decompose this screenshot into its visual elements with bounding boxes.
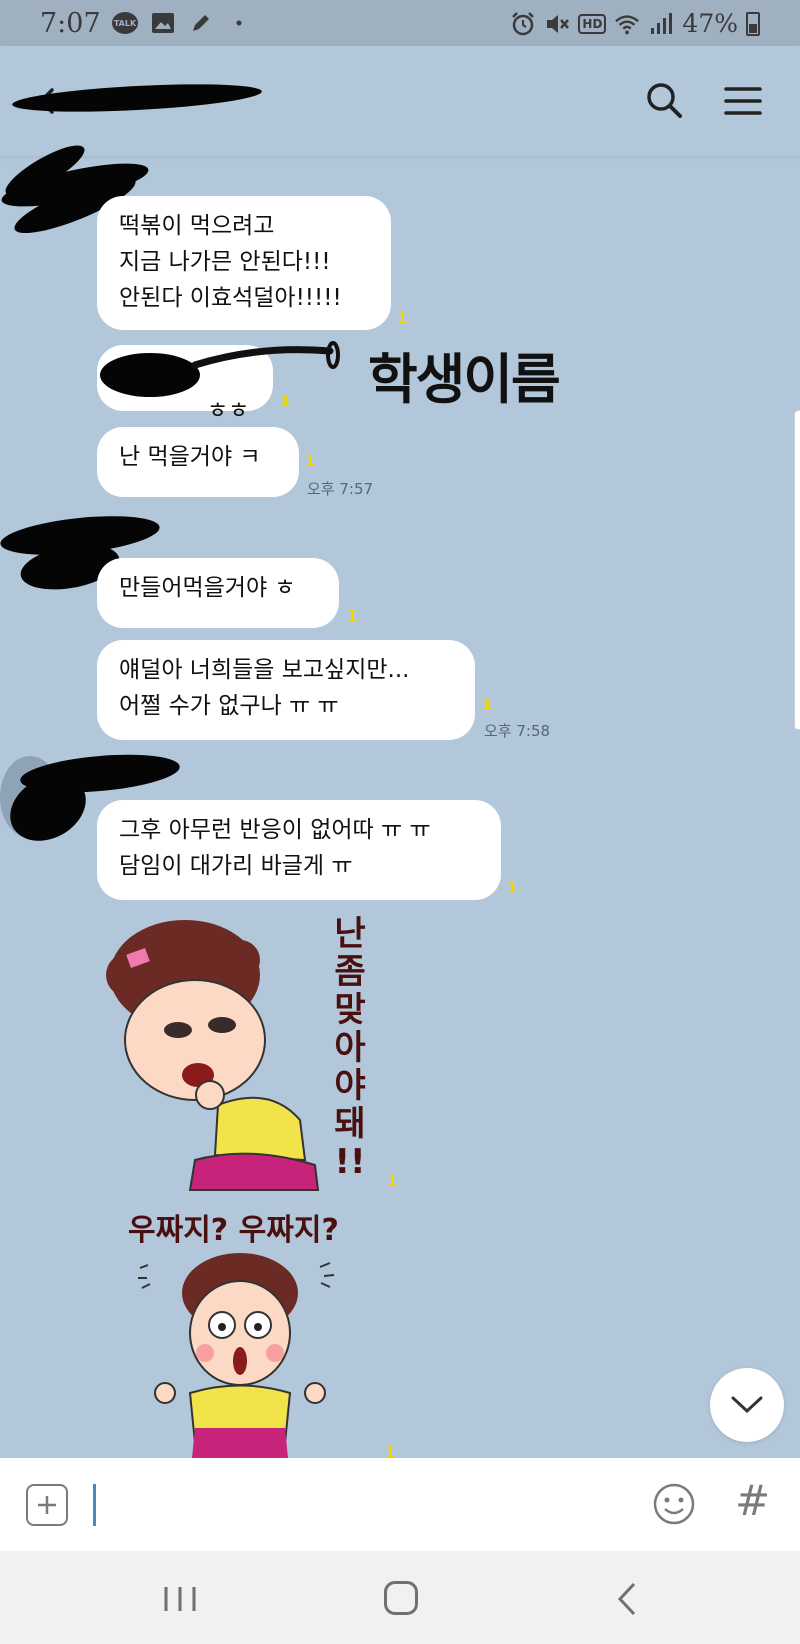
message-bubble[interactable]: 얘덜아 너희들을 보고싶지만... 어쩔 수가 없구나 ㅠ ㅠ bbox=[97, 640, 475, 740]
menu-button[interactable] bbox=[718, 76, 768, 126]
status-bar: 7:07 TALK HD 47% bbox=[0, 0, 800, 46]
message-input[interactable] bbox=[100, 1478, 620, 1534]
unread-count: 1 bbox=[507, 878, 518, 896]
status-time: 7:07 bbox=[40, 8, 101, 39]
unread-count: 1 bbox=[387, 1172, 398, 1190]
message-text: ㅎㅎ bbox=[207, 398, 250, 424]
recent-apps-icon bbox=[164, 1587, 196, 1611]
gallery-icon bbox=[150, 10, 176, 36]
plus-icon bbox=[38, 1496, 56, 1514]
hd-voice-icon: HD bbox=[578, 13, 607, 34]
message-timestamp: 오후 7:57 bbox=[307, 480, 374, 498]
worried-girl-sticker-image bbox=[138, 1253, 335, 1458]
hash-search-button[interactable]: # bbox=[735, 1476, 770, 1525]
unread-count: 1 bbox=[347, 607, 358, 625]
scroll-to-bottom-button[interactable] bbox=[710, 1368, 784, 1442]
system-back-button[interactable] bbox=[612, 1579, 642, 1619]
unread-count: 1 bbox=[280, 392, 291, 410]
message-bubble[interactable]: 떡볶이 먹으려고 지금 나가믄 안된다!!! 안된다 이효석덜아!!!!! bbox=[97, 196, 391, 330]
attach-button[interactable] bbox=[26, 1484, 68, 1526]
pen-icon bbox=[188, 10, 214, 36]
unread-count: 1 bbox=[397, 309, 408, 327]
signal-icon bbox=[648, 11, 674, 37]
emoticon-button[interactable] bbox=[652, 1482, 696, 1526]
message-bubble[interactable]: 난 먹을거야 ㅋ bbox=[97, 427, 299, 497]
battery-icon bbox=[746, 11, 760, 36]
message-input-bar: # bbox=[0, 1458, 800, 1551]
battery-percent: 47% bbox=[682, 9, 738, 38]
system-nav-bar bbox=[0, 1551, 800, 1644]
wifi-icon bbox=[614, 11, 640, 37]
mute-icon bbox=[544, 11, 570, 37]
annotation-arrow bbox=[191, 341, 340, 369]
redacted-name bbox=[100, 353, 200, 397]
sticker[interactable]: 난 좀 맞 아 야 돼 !! bbox=[100, 915, 380, 1205]
kneeling-woman-sticker-image bbox=[106, 920, 320, 1191]
menu-icon bbox=[724, 87, 762, 115]
message-bubble[interactable]: 그후 아무런 반응이 없어따 ㅠ ㅠ 담임이 대가리 바글게 ㅠ bbox=[97, 800, 501, 900]
recent-apps-button[interactable] bbox=[160, 1583, 200, 1615]
search-button[interactable] bbox=[640, 76, 690, 126]
message-bubble[interactable]: 만들어먹을거야 ㅎ bbox=[97, 558, 339, 628]
message-timestamp: 오후 7:58 bbox=[484, 722, 551, 740]
smiley-icon bbox=[653, 1483, 695, 1525]
annotation-text: 학생이름 bbox=[368, 347, 561, 411]
unread-count: 1 bbox=[305, 452, 316, 470]
sticker-caption: 난 좀 맞 아 야 돼 !! bbox=[334, 914, 366, 1182]
text-caret bbox=[93, 1484, 96, 1526]
status-right-icons: HD 47% bbox=[510, 9, 760, 38]
search-icon bbox=[647, 83, 682, 118]
chat-header bbox=[0, 46, 800, 156]
unread-count: 1 bbox=[482, 696, 493, 714]
chevron-left-icon bbox=[617, 1582, 636, 1616]
alarm-icon bbox=[510, 11, 536, 37]
status-left-icons: TALK bbox=[112, 10, 252, 36]
sticker[interactable]: 우짜지? 우짜지? bbox=[120, 1205, 360, 1458]
chevron-down-icon bbox=[731, 1396, 763, 1414]
dot-icon bbox=[226, 10, 252, 36]
home-button[interactable] bbox=[384, 1581, 418, 1615]
kakaotalk-notification-icon: TALK bbox=[112, 12, 138, 34]
side-scroll-handle[interactable] bbox=[794, 410, 800, 730]
